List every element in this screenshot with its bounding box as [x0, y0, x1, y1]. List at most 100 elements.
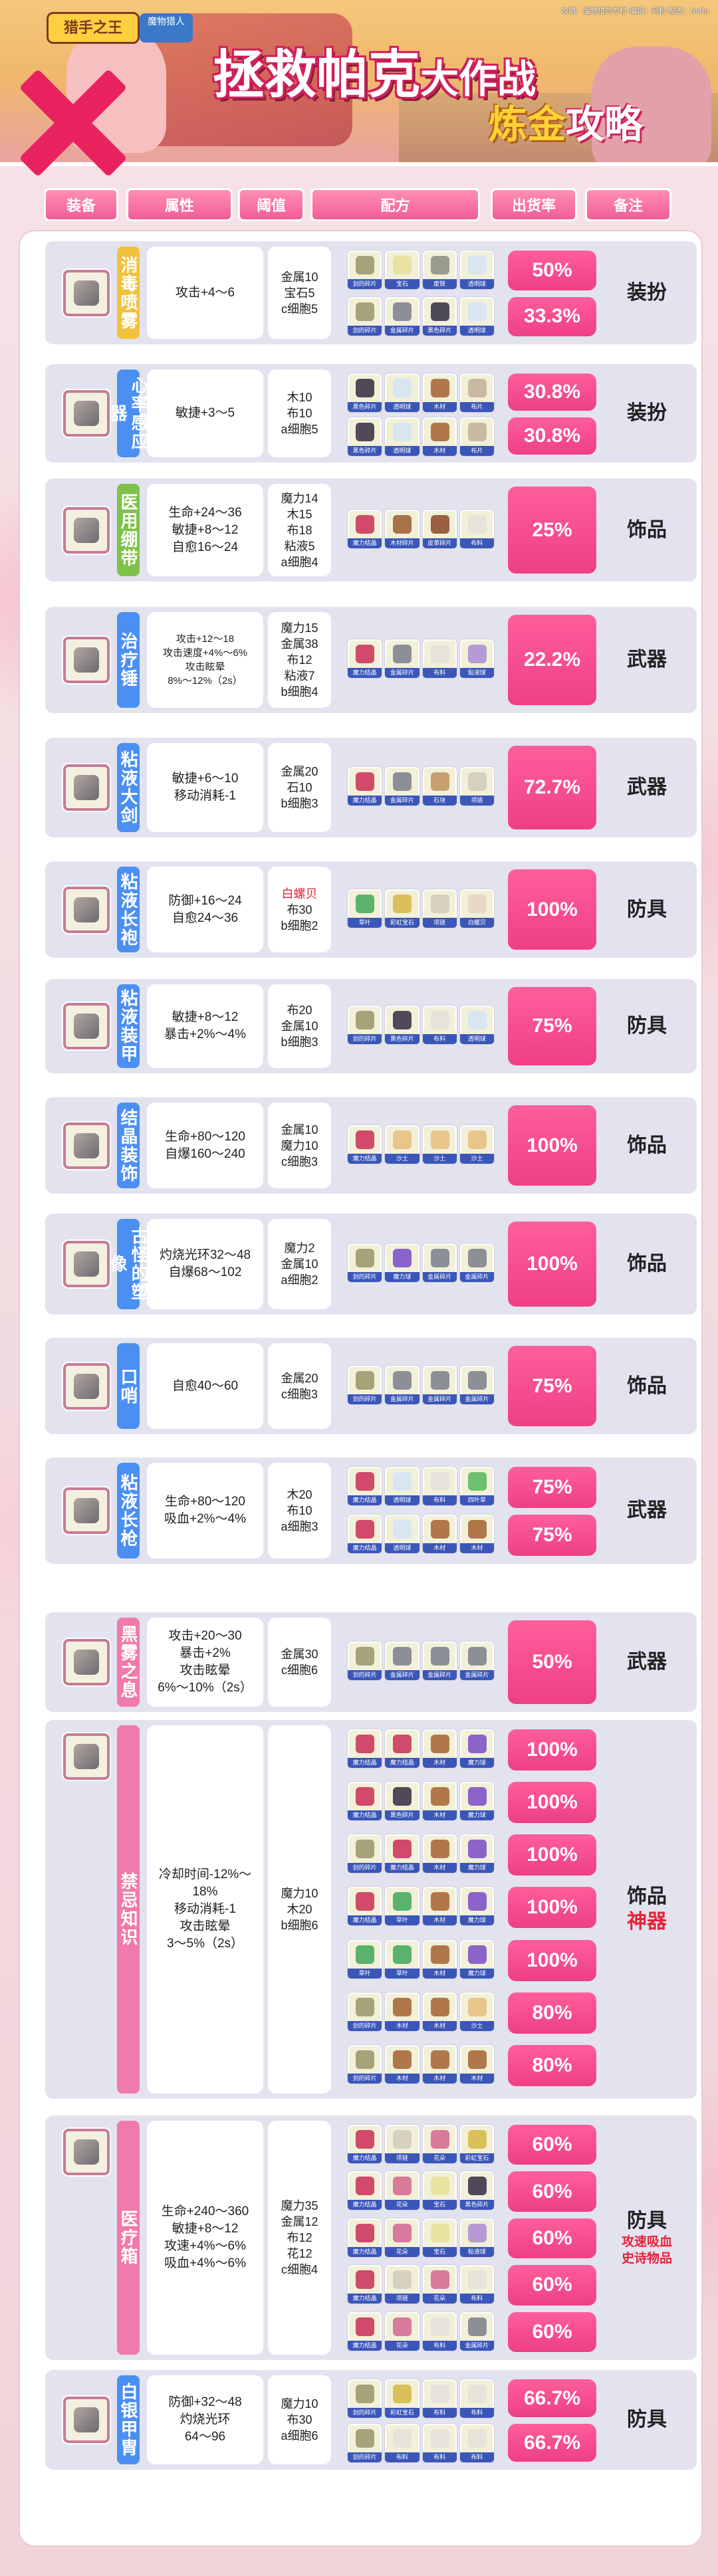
- ingredient-icon: [356, 2270, 374, 2290]
- attribute-line: 移动消耗-1: [174, 789, 236, 803]
- ingredient-icon: [430, 2317, 449, 2336]
- ingredient-label: 魔力结晶: [348, 2294, 382, 2304]
- ingredient: 花朵: [385, 2311, 419, 2351]
- drop-rate: 100%: [508, 1834, 596, 1876]
- ingredient-label: 剑的碎片: [348, 1863, 382, 1874]
- ingredient-icon: [430, 2385, 449, 2403]
- ingredient-icon: [393, 2429, 412, 2448]
- note-line: 攻速吸血: [621, 2235, 672, 2249]
- note-line: 史诗物品: [621, 2252, 672, 2266]
- ingredient: 魔力结晶: [348, 2265, 382, 2304]
- item-threshold: 金属10 宝石5 c细胞5: [268, 247, 331, 339]
- ingredient: 金属碎片: [459, 1642, 494, 1680]
- item-name: 口哨: [117, 1343, 140, 1429]
- drop-rate: 75%: [508, 1346, 596, 1426]
- threshold-line: 金属20: [281, 1371, 318, 1385]
- ingredient-icon: [430, 2177, 449, 2196]
- ingredient-icon: [356, 1370, 374, 1390]
- ingredient-label: 魔力结晶: [348, 1495, 382, 1505]
- robe-icon: [63, 886, 110, 933]
- attribute-line: 攻击眩晕: [180, 1664, 231, 1677]
- drop-rate: 100%: [508, 1939, 596, 1981]
- attribute-line: 吸血+4%～6%: [164, 2256, 247, 2270]
- ingredient-icon: [467, 2429, 487, 2448]
- item-name: 消毒喷雾: [117, 247, 140, 339]
- ingredient-icon: [356, 379, 374, 397]
- header-threshold: 阈值: [238, 188, 304, 221]
- ingredient: 魔力球: [459, 1782, 494, 1821]
- note-line: 武器: [627, 649, 667, 671]
- ingredient: 木材: [422, 1729, 457, 1768]
- ingredient-label: 布料: [459, 538, 494, 548]
- recipe: 魔力结晶 金属碎片 布料 粘液球: [348, 638, 494, 682]
- drop-rate: 80%: [508, 1992, 596, 2034]
- ingredient: 魔力结晶: [348, 1515, 382, 1553]
- ingredient-icon: [356, 1892, 374, 1911]
- ingredient: 花朵: [385, 2171, 419, 2210]
- item-note: 饰品: [604, 1097, 690, 1194]
- spear-icon: [63, 1487, 110, 1534]
- ingredient-label: 透明球: [459, 279, 494, 289]
- recipe: 魔力结晶 透明球 布料 四叶草: [348, 1465, 494, 1509]
- threshold-line: 石10: [287, 781, 312, 794]
- ingredient-label: 沙土: [422, 1153, 457, 1164]
- ingredient: 魔力结晶: [348, 2171, 382, 2210]
- ingredient: 剑的碎片: [348, 1006, 382, 1044]
- ingredient-icon: [356, 2050, 374, 2069]
- threshold-line: 布12: [287, 653, 312, 667]
- ingredient-label: 草叶: [385, 1915, 419, 1926]
- attribute-line: 移动消耗-1: [174, 1902, 236, 1916]
- ingredient: 金属碎片: [459, 1365, 494, 1404]
- ingredient: 布片: [459, 374, 494, 412]
- ingredient: 草叶: [348, 1939, 382, 1979]
- ingredient: 项链: [422, 889, 457, 928]
- ingredient-label: 剑的碎片: [348, 325, 382, 336]
- note-line: 饰品: [627, 1885, 667, 1907]
- ingredient-icon: [356, 2130, 374, 2149]
- threshold-line: 魔力15: [281, 621, 318, 635]
- header-attr: 属性: [126, 188, 233, 221]
- ingredient: 魔力结晶: [348, 2218, 382, 2257]
- ingredient-icon: [356, 1735, 374, 1753]
- note-line: 防具: [627, 1015, 667, 1037]
- item-note: 防具: [604, 2370, 690, 2470]
- ingredient-label: 黑色碎片: [348, 446, 382, 456]
- ingredient-label: 草叶: [348, 1968, 382, 1979]
- ingredient-label: 木材: [422, 1758, 457, 1768]
- note-line: 武器: [627, 776, 667, 798]
- ingredient: 黑色碎片: [459, 2171, 494, 2210]
- ingredient-label: 废铁: [422, 279, 457, 289]
- ingredient-icon: [430, 1997, 449, 2016]
- ingredient: 魔力结晶: [348, 2125, 382, 2163]
- recipe: 魔力结晶 项链 花朵 彩虹宝石: [348, 2123, 494, 2167]
- ingredient-label: 彩虹宝石: [385, 917, 419, 928]
- ingredient-label: 草叶: [348, 917, 382, 928]
- threshold-line: a细胞4: [281, 555, 318, 569]
- item-threshold: 金属30 c细胞6: [268, 1618, 331, 1707]
- recipe: 黑色碎片 透明球 木材 布片: [348, 416, 494, 460]
- ingredient-label: 剑的碎片: [348, 1670, 382, 1680]
- ingredient: 魔力结晶: [348, 509, 382, 548]
- ingredient: 金属碎片: [422, 1365, 457, 1404]
- ingredient: 木材: [422, 1834, 457, 1874]
- ingredient-icon: [393, 256, 412, 274]
- threshold-line: 魔力2: [284, 1241, 315, 1255]
- ingredient-label: 木材: [422, 1968, 457, 1979]
- ingredient: 魔力结晶: [348, 1467, 382, 1505]
- ingredient-icon: [467, 1840, 487, 1859]
- attribute-line: 攻击+12～18: [176, 633, 235, 645]
- threshold-line: 白螺贝: [281, 887, 318, 901]
- item-threshold: 魔力10 布30 a细胞6: [268, 2375, 331, 2464]
- ingredient: 魔力结晶: [348, 767, 382, 805]
- item-name: 医疗箱: [117, 2121, 140, 2355]
- item-name: 治疗锤: [117, 612, 140, 708]
- item-name: 禁忌知识: [117, 1725, 140, 2093]
- ingredient: 黑色碎片: [422, 296, 457, 336]
- ingredient: 木材: [422, 1782, 457, 1821]
- ingredient-icon: [430, 1011, 449, 1029]
- ingredient-icon: [467, 1472, 487, 1491]
- ingredient-icon: [430, 1787, 449, 1806]
- ingredient-icon: [393, 379, 412, 397]
- ingredient-icon: [393, 1840, 412, 1859]
- note-line: 防具: [627, 2210, 667, 2232]
